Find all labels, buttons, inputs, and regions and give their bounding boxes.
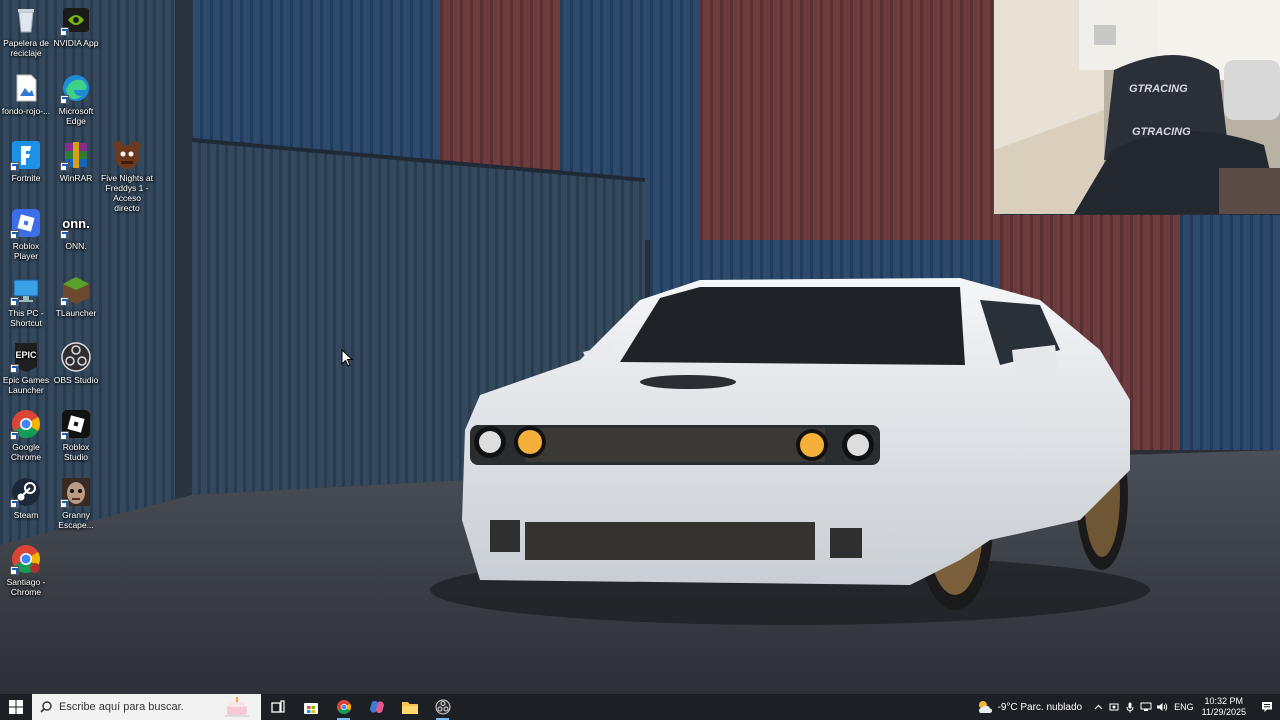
desktop-icon-label: Papelera de reciclaje <box>3 38 49 58</box>
desktop-icon-obs-studio[interactable]: OBS Studio <box>50 341 102 385</box>
steam-icon <box>10 476 42 508</box>
windows-logo-icon <box>9 700 23 714</box>
desktop-icon-label: OBS Studio <box>53 375 99 385</box>
task-view-button[interactable] <box>261 694 294 720</box>
edge-icon <box>60 72 92 104</box>
taskbar: Escribe aquí para buscar. -9°C Parc. nub… <box>0 694 1280 720</box>
desktop-icon-label: This PC - Shortcut <box>8 308 44 328</box>
notification-center-button[interactable] <box>1254 694 1280 720</box>
search-placeholder: Escribe aquí para buscar. <box>59 701 184 713</box>
taskbar-search-box[interactable]: Escribe aquí para buscar. <box>32 694 261 720</box>
onn-icon: onn. <box>60 207 92 239</box>
obs-icon <box>60 341 92 373</box>
taskbar-copilot-button[interactable] <box>360 694 393 720</box>
fnaf-icon <box>111 139 143 171</box>
desktop-icon-santiago-chrome[interactable]: Santiago - Chrome <box>0 543 52 597</box>
copilot-icon <box>369 700 384 714</box>
desktop-icon-winrar[interactable]: WinRAR <box>50 139 102 183</box>
desktop-icon-fondo-rojo[interactable]: fondo-rojo-... <box>0 72 52 116</box>
desktop-icon-label: Microsoft Edge <box>58 106 94 126</box>
desktop-icon-steam[interactable]: Steam <box>0 476 52 520</box>
chair-brand-top: GTRACING <box>1129 83 1188 95</box>
nvidia-icon <box>60 4 92 36</box>
volume-icon <box>1157 703 1168 711</box>
granny-icon <box>60 476 92 508</box>
partly-cloudy-icon <box>979 701 993 713</box>
desktop-icon-label: Granny Escape... <box>58 510 94 530</box>
desktop-icon-google-chrome[interactable]: Google Chrome <box>0 408 52 462</box>
desktop-icon-label: WinRAR <box>59 173 93 183</box>
chrome-icon <box>10 408 42 440</box>
notification-icon <box>1262 702 1272 712</box>
roblox-icon <box>10 207 42 239</box>
system-tray: -9°C Parc. nublado ENG 10:32 PM 11/29/20… <box>977 694 1280 720</box>
svg-text:EPIC: EPIC <box>15 350 37 360</box>
search-icon <box>40 701 52 713</box>
webcam-overlay: GTRACING GTRACING <box>994 0 1280 214</box>
show-hidden-icons-button[interactable] <box>1090 694 1106 720</box>
desktop-icon-this-pc[interactable]: This PC - Shortcut <box>0 274 52 328</box>
taskbar-file-explorer-button[interactable] <box>393 694 426 720</box>
tray-network-button[interactable] <box>1138 694 1154 720</box>
desktop-icon-label: fondo-rojo-... <box>1 106 51 116</box>
tray-volume-button[interactable] <box>1154 694 1170 720</box>
network-icon <box>1140 702 1152 711</box>
desktop-icon-label: Epic Games Launcher <box>2 375 50 395</box>
desktop-icon-recycle-bin[interactable]: Papelera de reciclaje <box>0 4 52 58</box>
weather-text: -9°C Parc. nublado <box>997 701 1083 713</box>
desktop-icon-roblox-studio[interactable]: Roblox Studio <box>50 408 102 462</box>
microsoft-store-button[interactable] <box>294 694 327 720</box>
fortnite-icon <box>10 139 42 171</box>
desktop-icon-label: Roblox Studio <box>62 442 90 462</box>
desktop-icon-microsoft-edge[interactable]: Microsoft Edge <box>50 72 102 126</box>
desktop-icon-label: Steam <box>13 510 39 520</box>
desktop-icon-nvidia-app[interactable]: NVIDIA App <box>50 4 102 48</box>
store-icon <box>303 703 318 714</box>
search-highlight-cake-icon <box>225 697 249 717</box>
desktop-icon-tlauncher[interactable]: TLauncher <box>50 274 102 318</box>
start-button[interactable] <box>0 694 32 720</box>
clock-time: 10:32 PM <box>1204 696 1244 706</box>
file-explorer-icon <box>401 702 418 714</box>
tlauncher-icon <box>60 274 92 306</box>
winrar-icon <box>60 139 92 171</box>
desktop-icon-roblox-player[interactable]: Roblox Player <box>0 207 52 261</box>
epic-games-icon: EPIC <box>10 341 42 373</box>
taskbar-clock[interactable]: 10:32 PM 11/29/2025 <box>1202 696 1246 718</box>
desktop-icon-label: Roblox Player <box>12 241 40 261</box>
svg-text:onn.: onn. <box>62 216 89 231</box>
tray-microphone-button[interactable] <box>1122 694 1138 720</box>
desktop-icon-label: Five Nights at Freddys 1 - Acceso direct… <box>101 173 153 213</box>
desktop-icon-onn[interactable]: onn. ONN. <box>50 207 102 251</box>
desktop-icon-fortnite[interactable]: Fortnite <box>0 139 52 183</box>
this-pc-icon <box>10 274 42 306</box>
recycle-bin-icon <box>10 4 42 36</box>
desktop-icon-label: ONN. <box>65 241 87 251</box>
desktop-icon-label: TLauncher <box>55 308 97 318</box>
input-language-indicator[interactable]: ENG <box>1174 702 1194 712</box>
chrome-icon <box>336 700 351 714</box>
desktop-icon-epic-games[interactable]: EPIC Epic Games Launcher <box>0 341 52 395</box>
desktop-icon-label: NVIDIA App <box>53 38 99 48</box>
microphone-icon <box>1126 702 1134 712</box>
desktop-icon-fnaf[interactable]: Five Nights at Freddys 1 - Acceso direct… <box>100 139 154 213</box>
desktop-icon-label: Santiago - Chrome <box>6 577 46 597</box>
task-view-icon <box>270 700 285 713</box>
roblox-studio-icon <box>60 408 92 440</box>
taskbar-obs-button[interactable] <box>426 694 459 720</box>
desktop-icon-label: Fortnite <box>11 173 41 183</box>
camera-privacy-icon <box>1109 703 1119 711</box>
taskbar-chrome-button[interactable] <box>327 694 360 720</box>
chevron-up-icon <box>1094 704 1103 710</box>
desktop-icon-granny-escape[interactable]: Granny Escape... <box>50 476 102 530</box>
desktop-icon-label: Google Chrome <box>10 442 42 462</box>
mouse-cursor-icon <box>341 348 354 367</box>
image-file-icon <box>10 72 42 104</box>
obs-icon <box>435 699 450 715</box>
chair-brand-bottom: GTRACING <box>1132 126 1191 138</box>
clock-date: 11/29/2025 <box>1201 707 1246 717</box>
tray-camera-button[interactable] <box>1106 694 1122 720</box>
weather-widget[interactable]: -9°C Parc. nublado <box>977 700 1082 714</box>
chrome-profile-icon <box>10 543 42 575</box>
